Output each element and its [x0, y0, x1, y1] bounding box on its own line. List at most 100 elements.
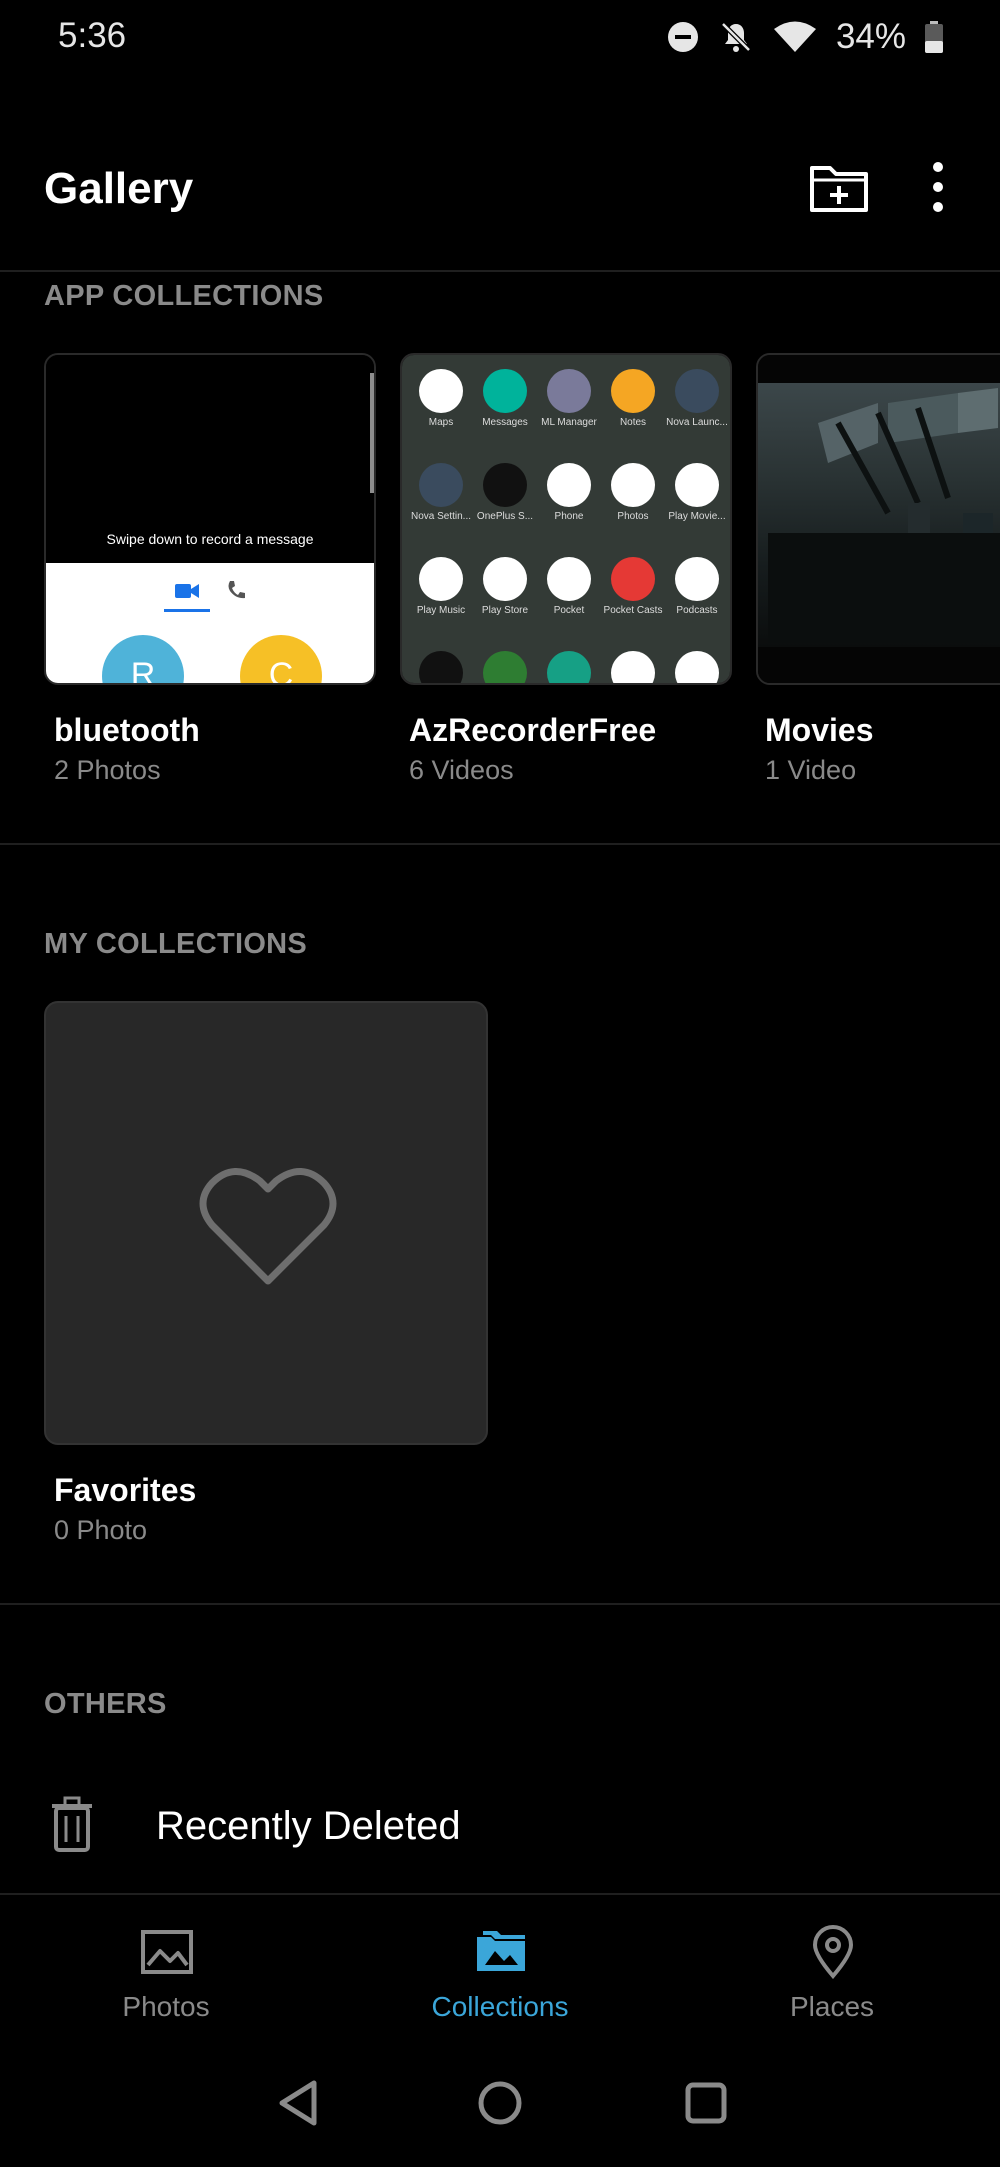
- new-folder-button[interactable]: [808, 158, 870, 216]
- app-icon: [675, 463, 719, 507]
- album-azrecorderfree[interactable]: Maps Messages ML Manager Notes Nova Launc...…: [400, 353, 732, 685]
- app-label: Photos: [617, 511, 649, 522]
- app-icon: [611, 463, 655, 507]
- recents-icon[interactable]: [676, 2073, 736, 2133]
- more-vert-icon: [933, 162, 943, 212]
- phone-icon: [228, 581, 245, 599]
- app-icon: [419, 369, 463, 413]
- album-count: 1 Video: [765, 755, 857, 785]
- avatar: R: [102, 635, 184, 683]
- heart-icon: [199, 1168, 337, 1285]
- app-icon: [675, 557, 719, 601]
- section-header-app-collections: APP COLLECTIONS: [44, 280, 324, 312]
- app-icon: [611, 369, 655, 413]
- others-item-label: Recently Deleted: [156, 1804, 461, 1848]
- app-label: Pocket Casts: [603, 605, 663, 616]
- nav-label: Places: [789, 1991, 875, 2022]
- app-grid-item: Podcasts: [666, 557, 728, 616]
- app-grid-item: Maps: [410, 369, 472, 428]
- trash-icon: [52, 1796, 92, 1852]
- album-count: 6 Videos: [409, 755, 514, 785]
- app-icon: [547, 369, 591, 413]
- app-label: Maps: [428, 417, 454, 428]
- collections-icon: [477, 1931, 525, 1971]
- app-grid-item: Nova Settin...: [410, 463, 472, 522]
- album-name: Favorites: [54, 1472, 197, 1508]
- image-icon: [141, 1930, 193, 1974]
- system-nav-bar: [0, 2043, 1000, 2167]
- office-scene: [768, 388, 1000, 643]
- app-label: Nova Launc...: [666, 417, 728, 428]
- divider: [0, 270, 1000, 272]
- location-pin-icon: [812, 1925, 854, 1979]
- nav-label: Collections: [431, 1991, 569, 2022]
- album-count: 2 Photos: [54, 755, 161, 785]
- app-label: Nova Settin...: [410, 511, 472, 522]
- app-grid-item: Photos: [602, 463, 664, 522]
- app-icon: [419, 463, 463, 507]
- app-icon: [483, 463, 527, 507]
- folder-add-icon: [810, 166, 868, 212]
- scrollbar-graphic: [370, 373, 374, 493]
- album-bluetooth[interactable]: Swipe down to record a message R C: [44, 353, 376, 685]
- app-grid-item: Messages: [474, 369, 536, 428]
- home-icon[interactable]: [470, 2073, 530, 2133]
- nav-tab-places[interactable]: Places: [712, 1895, 952, 2045]
- status-bar: 5:36 34%: [0, 0, 1000, 76]
- battery-icon: [925, 21, 943, 53]
- thumbnail-caption: Swipe down to record a message: [106, 531, 314, 547]
- app-grid-item: Phone: [538, 463, 600, 522]
- app-icon: [675, 369, 719, 413]
- app-label: Play Movie...: [668, 511, 726, 522]
- tab-underline: [164, 609, 210, 612]
- app-icon: [483, 369, 527, 413]
- divider: [0, 843, 1000, 845]
- app-label: Podcasts: [676, 605, 718, 616]
- movie-frame: [758, 383, 1000, 647]
- battery-percent: 34%: [835, 17, 906, 56]
- app-label: Play Store: [481, 605, 529, 616]
- album-name: AzRecorderFree: [409, 712, 657, 748]
- nav-tab-collections[interactable]: Collections: [380, 1895, 620, 2045]
- app-grid-item: Nova Launc...: [666, 369, 728, 428]
- status-icons: 34%: [666, 14, 944, 60]
- notifications-off-icon: [721, 22, 751, 52]
- back-icon[interactable]: [268, 2073, 328, 2133]
- bottom-nav: Photos Collections Places: [0, 1893, 1000, 2043]
- album-favorites[interactable]: [44, 1001, 488, 1445]
- app-grid-item: OnePlus S...: [474, 463, 536, 522]
- thumbnail-top: Swipe down to record a message: [46, 355, 374, 563]
- album-movies[interactable]: [756, 353, 1000, 685]
- app-icon: [483, 557, 527, 601]
- status-time: 5:36: [58, 16, 127, 55]
- app-label: Messages: [482, 417, 528, 428]
- nav-tab-photos[interactable]: Photos: [46, 1895, 286, 2045]
- album-count: 0 Photo: [54, 1515, 148, 1545]
- app-label: Pocket: [553, 605, 585, 616]
- app-icon: [547, 463, 591, 507]
- avatar: C: [240, 635, 322, 683]
- more-options-button[interactable]: [918, 158, 958, 216]
- app-icon: [547, 557, 591, 601]
- app-icon: [419, 557, 463, 601]
- divider: [0, 1603, 1000, 1605]
- app-label: ML Manager: [541, 417, 597, 428]
- app-grid-item: Play Store: [474, 557, 536, 616]
- nav-label: Photos: [122, 1991, 210, 2022]
- wifi-icon: [773, 21, 816, 52]
- page-title: Gallery: [44, 164, 194, 213]
- app-grid-item: Pocket Casts: [602, 557, 664, 616]
- album-name: bluetooth: [54, 712, 200, 748]
- app-grid-item: ML Manager: [538, 369, 600, 428]
- recently-deleted-item[interactable]: Recently Deleted: [0, 1778, 1000, 1878]
- thumbnail-bottom: R C: [46, 563, 374, 683]
- app-bar: Gallery: [0, 150, 1000, 230]
- video-call-icon: [175, 584, 199, 598]
- app-label: OnePlus S...: [476, 511, 534, 522]
- album-name: Movies: [765, 712, 874, 748]
- section-header-others: OTHERS: [44, 1688, 167, 1720]
- app-grid-item: Play Music: [410, 557, 472, 616]
- app-grid-item: Notes: [602, 369, 664, 428]
- app-label: Notes: [619, 417, 647, 428]
- do-not-disturb-icon: [667, 22, 698, 52]
